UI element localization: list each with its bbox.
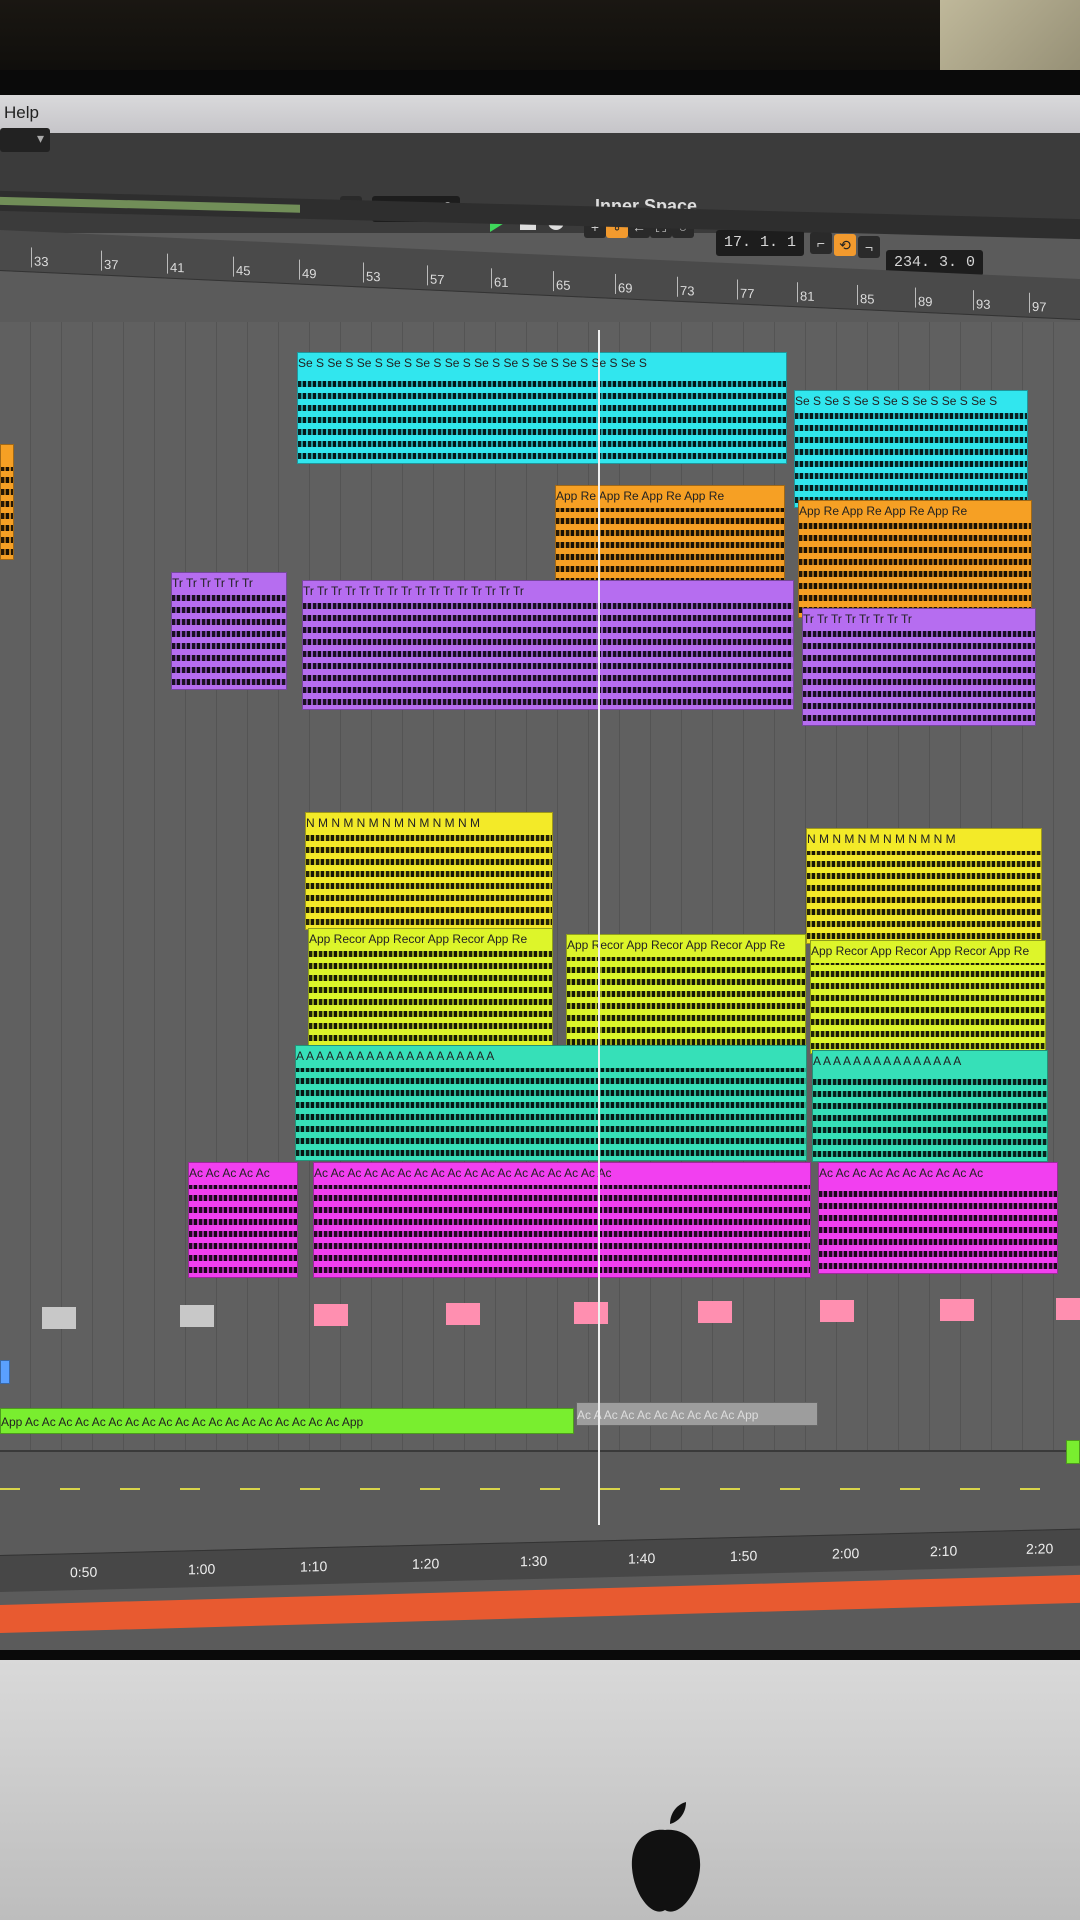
audio-clip[interactable] — [0, 444, 14, 560]
ruler-mark: 53 — [366, 268, 381, 285]
track-lane-markers[interactable] — [0, 1278, 1080, 1340]
locator-marker[interactable] — [1056, 1298, 1080, 1320]
ruler-mark: 97 — [1032, 298, 1047, 315]
automation-line[interactable] — [0, 1488, 1080, 1490]
midi-clip[interactable] — [0, 1360, 10, 1384]
menu-item-help[interactable]: Help — [4, 103, 39, 123]
audio-clip[interactable]: App Recor App Recor App Recor App Re — [810, 940, 1046, 1054]
time-mark: 1:20 — [412, 1555, 440, 1572]
time-mark: 2:00 — [832, 1545, 860, 1562]
ruler-mark: 73 — [680, 282, 695, 299]
time-mark: 2:20 — [1026, 1540, 1054, 1557]
audio-clip[interactable]: Se S Se S Se S Se S Se S Se S Se S Se S … — [297, 352, 787, 464]
playhead[interactable] — [598, 330, 600, 1525]
menu-bar: Help — [0, 95, 1080, 134]
locator-marker[interactable] — [698, 1301, 732, 1323]
locator-marker[interactable] — [314, 1304, 348, 1326]
time-mark: 2:10 — [930, 1542, 958, 1560]
ruler-mark: 49 — [302, 265, 317, 282]
time-mark: 0:50 — [70, 1563, 98, 1581]
time-mark: 1:30 — [520, 1552, 548, 1570]
ruler-mark: 41 — [170, 259, 185, 276]
ruler-mark: 77 — [740, 285, 755, 302]
track-lane-green[interactable] — [0, 1338, 1080, 1400]
ruler-mark: 37 — [104, 256, 119, 273]
audio-clip[interactable]: N M N M N M N M N M N M N M — [305, 812, 553, 930]
audio-clip[interactable]: Ac Ac Ac Ac Ac Ac Ac Ac Ac Ac Ac Ac Ac A… — [313, 1162, 811, 1278]
time-mark: 1:50 — [730, 1547, 758, 1565]
time-mark: 1:00 — [188, 1560, 216, 1578]
midi-clip[interactable]: App Ac Ac Ac Ac Ac Ac Ac Ac Ac Ac Ac Ac … — [0, 1408, 574, 1434]
loop-start-display[interactable]: 17. 1. 1 — [716, 230, 805, 256]
time-mark: 1:10 — [300, 1558, 328, 1575]
locator-marker[interactable] — [42, 1307, 76, 1329]
monitor-chin — [0, 1660, 1080, 1920]
ruler-mark: 81 — [800, 288, 815, 304]
locator-marker[interactable] — [446, 1303, 480, 1325]
audio-clip[interactable]: App Recor App Recor App Recor App Re — [308, 928, 553, 1046]
audio-clip[interactable]: Tr Tr Tr Tr Tr Tr Tr Tr Tr Tr Tr Tr Tr T… — [302, 580, 794, 710]
ruler-mark: 85 — [860, 291, 875, 307]
ruler-mark: 89 — [918, 293, 933, 310]
audio-clip[interactable]: A A A A A A A A A A A A A A A A A A A A — [295, 1045, 807, 1161]
locator-marker[interactable] — [574, 1302, 608, 1324]
locator-marker[interactable] — [180, 1305, 214, 1327]
audio-clip[interactable]: Tr Tr Tr Tr Tr Tr — [171, 572, 287, 690]
ruler-mark: 61 — [494, 274, 509, 291]
locator-marker[interactable] — [820, 1300, 854, 1322]
ruler-mark: 93 — [976, 296, 991, 312]
audio-clip[interactable]: App Recor App Recor App Recor App Re — [566, 934, 806, 1050]
audio-clip[interactable]: Se S Se S Se S Se S Se S Se S Se S — [794, 390, 1028, 508]
locator-marker[interactable] — [940, 1299, 974, 1321]
ruler-mark: 69 — [618, 280, 633, 296]
ruler-mark: 65 — [556, 277, 571, 293]
ruler-mark: 57 — [430, 271, 445, 288]
audio-clip[interactable]: Tr Tr Tr Tr Tr Tr Tr Tr — [802, 608, 1036, 726]
audio-clip[interactable]: Ac Ac Ac Ac Ac Ac Ac Ac Ac Ac — [818, 1162, 1058, 1274]
chevron-down-icon: ▾ — [36, 130, 44, 146]
midi-clip-disabled[interactable]: Ac A Ac Ac Ac Ac Ac Ac Ac Ac App — [576, 1402, 818, 1426]
loop-switch-icon[interactable]: ⟲ — [834, 234, 856, 256]
audio-clip[interactable]: N M N M N M N M N M N M — [806, 828, 1042, 944]
punch-in-icon[interactable]: ⌐ — [810, 232, 832, 254]
audio-clip[interactable]: App Re App Re App Re App Re — [798, 500, 1032, 618]
audio-clip[interactable]: Ac Ac Ac Ac Ac — [188, 1162, 298, 1278]
ruler-mark: 45 — [236, 262, 251, 279]
audio-clip[interactable]: A A A A A A A A A A A A A A A — [812, 1050, 1048, 1162]
punch-out-icon[interactable]: ¬ — [858, 236, 880, 258]
midi-clip[interactable] — [1066, 1440, 1080, 1464]
ruler-mark: 33 — [34, 253, 49, 270]
time-mark: 1:40 — [628, 1549, 656, 1567]
apple-logo-icon — [631, 1802, 701, 1912]
left-dropdown[interactable]: ▾ — [0, 128, 50, 152]
